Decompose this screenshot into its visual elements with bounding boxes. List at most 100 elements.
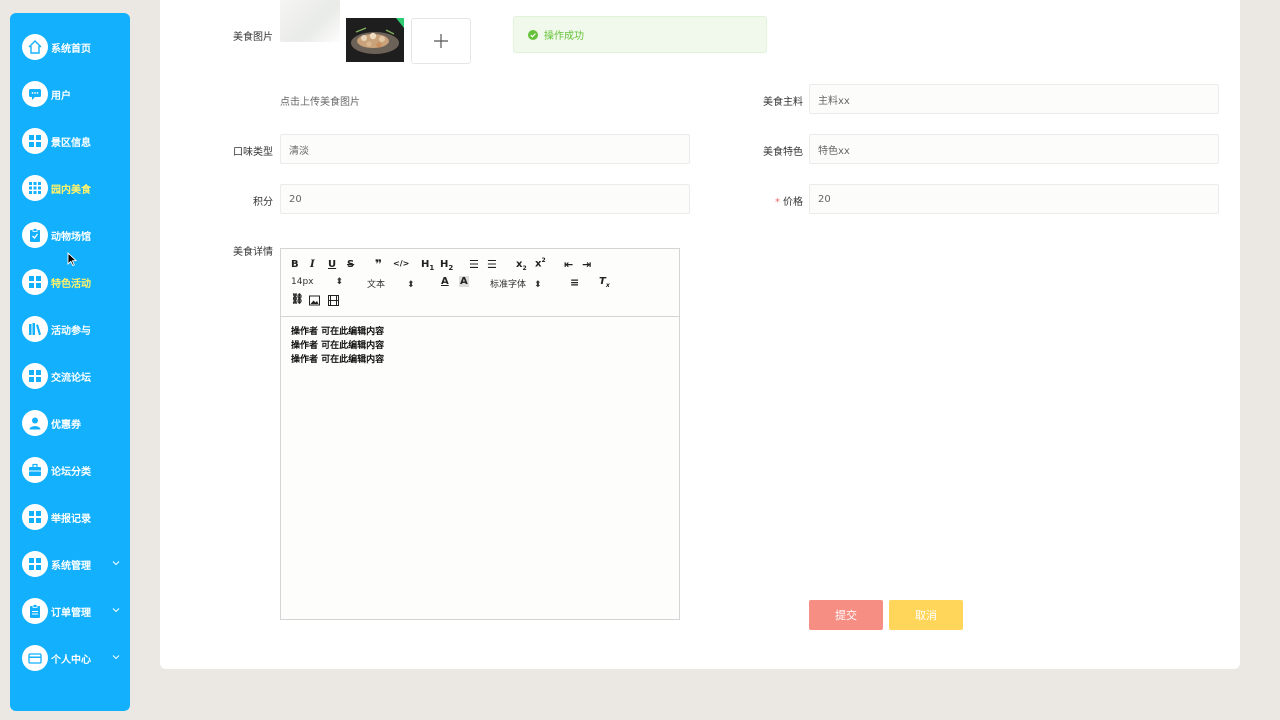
apps-icon [22, 175, 48, 201]
select-arrows-icon: ⬍ [534, 280, 542, 290]
ordered-list-icon[interactable]: ☰ [469, 258, 479, 271]
sidebar-item-coupons[interactable]: 优惠券 [22, 406, 130, 440]
heading2-button[interactable]: H2 [440, 259, 453, 272]
sidebar-item-label: 订单管理 [51, 607, 91, 619]
grid-icon [22, 363, 48, 389]
image-upload-button[interactable] [411, 18, 471, 64]
editor-content[interactable]: 操作者 可在此编辑内容 操作者 可在此编辑内容 操作者 可在此编辑内容 [281, 317, 679, 375]
feature-label: 美食特色 [763, 147, 803, 158]
image-icon[interactable] [309, 295, 320, 306]
success-message-text: 操作成功 [544, 31, 584, 42]
sidebar-item-label: 动物场馆 [51, 231, 91, 243]
sidebar-item-label: 园内美食 [51, 184, 91, 196]
sidebar-item-special-activities[interactable]: 特色活动 [22, 265, 130, 299]
select-arrows-icon: ⬍ [407, 280, 415, 290]
font-family-value: 标准字体 [490, 280, 527, 290]
align-icon[interactable]: ≡ [570, 276, 579, 289]
flavor-label: 口味类型 [233, 147, 273, 158]
submit-button[interactable]: 提交 [809, 600, 883, 630]
sidebar-item-users[interactable]: 用户 [22, 77, 130, 111]
main-ingredient-input[interactable]: 主料xx [809, 84, 1219, 114]
books-icon [22, 316, 48, 342]
sidebar-item-profile[interactable]: 个人中心 [22, 641, 130, 675]
select-arrows-icon: ⬍ [335, 277, 344, 287]
editor-line: 操作者 可在此编辑内容 [291, 327, 385, 337]
sidebar-item-label: 景区信息 [51, 137, 91, 149]
sidebar-item-label: 论坛分类 [51, 466, 91, 478]
sidebar-item-food[interactable]: 园内美食 [22, 171, 130, 205]
grid-icon [22, 504, 48, 530]
header-select[interactable]: 文本 ⬍ [367, 277, 415, 290]
cancel-button[interactable]: 取消 [889, 600, 963, 630]
editor-line: 操作者 可在此编辑内容 [291, 355, 385, 365]
sidebar-item-label: 交流论坛 [51, 372, 91, 384]
sidebar-item-label: 系统管理 [51, 560, 91, 572]
subscript-button[interactable]: x2 [516, 259, 527, 272]
plus-icon [434, 34, 448, 48]
editor-toolbar: B I U S ❞ </> H1 H2 ☰ ☰ x2 x2 ⇤ ⇥ 14px ⬍ … [281, 249, 679, 317]
heading1-button[interactable]: H1 [421, 259, 434, 272]
font-family-select[interactable]: 标准字体 ⬍ [490, 277, 542, 290]
price-label-text: 价格 [783, 197, 803, 208]
food-image-thumbnail[interactable] [280, 0, 340, 42]
chat-icon [22, 81, 48, 107]
sidebar-item-forum-category[interactable]: 论坛分类 [22, 453, 130, 487]
required-mark: * [775, 197, 780, 208]
sidebar-item-forum[interactable]: 交流论坛 [22, 359, 130, 393]
sidebar: 系统首页 用户 景区信息 园内美食 动物场馆 特色活动 活动参与 交流论坛 优惠… [10, 13, 130, 711]
sidebar-item-order-management[interactable]: 订单管理 [22, 594, 130, 628]
link-icon[interactable]: ⛓ [291, 294, 304, 305]
user-icon [22, 410, 48, 436]
font-size-select[interactable]: 14px ⬍ [291, 277, 343, 287]
upload-hint: 点击上传美食图片 [280, 97, 360, 108]
clear-format-icon[interactable]: Tx [599, 276, 610, 289]
header-select-value: 文本 [367, 280, 386, 290]
code-icon[interactable]: </> [393, 259, 409, 268]
sidebar-item-system-management[interactable]: 系统管理 [22, 547, 130, 581]
mouse-cursor-icon [67, 252, 77, 267]
sidebar-item-label: 系统首页 [51, 43, 91, 55]
check-circle-icon [528, 29, 538, 40]
bold-button[interactable]: B [291, 259, 299, 270]
sidebar-item-scenic-info[interactable]: 景区信息 [22, 124, 130, 158]
points-label: 积分 [253, 197, 273, 208]
points-input[interactable]: 20 [280, 184, 690, 214]
price-label: * 价格 [723, 193, 803, 208]
background-color-icon[interactable]: A [459, 276, 469, 287]
sidebar-item-home[interactable]: 系统首页 [22, 30, 130, 64]
italic-button[interactable]: I [310, 259, 315, 270]
chevron-down-icon [112, 561, 120, 566]
flavor-input[interactable]: 清淡 [280, 134, 690, 164]
card-icon [22, 645, 48, 671]
font-color-icon[interactable]: A [441, 276, 449, 287]
video-icon[interactable] [328, 295, 339, 306]
food-image-label: 美食图片 [233, 32, 273, 43]
grid-icon [22, 551, 48, 577]
strike-button[interactable]: S [347, 259, 354, 270]
feature-input[interactable]: 特色xx [809, 134, 1219, 164]
home-icon [22, 34, 48, 60]
editor-line: 操作者 可在此编辑内容 [291, 341, 385, 351]
outdent-icon[interactable]: ⇤ [564, 258, 573, 271]
main-ingredient-label: 美食主料 [763, 97, 803, 108]
grid-icon [22, 269, 48, 295]
food-image-thumbnail[interactable] [346, 18, 404, 62]
bullet-list-icon[interactable]: ☰ [487, 258, 497, 271]
underline-button[interactable]: U [328, 259, 336, 270]
sidebar-item-label: 举报记录 [51, 513, 91, 525]
rich-text-editor: B I U S ❞ </> H1 H2 ☰ ☰ x2 x2 ⇤ ⇥ 14px ⬍ … [280, 248, 680, 620]
superscript-button[interactable]: x2 [535, 257, 546, 269]
sidebar-item-reports[interactable]: 举报记录 [22, 500, 130, 534]
sidebar-item-label: 活动参与 [51, 325, 91, 337]
sidebar-item-animal-venues[interactable]: 动物场馆 [22, 218, 130, 252]
sidebar-item-label: 个人中心 [51, 654, 91, 666]
sidebar-item-label: 特色活动 [51, 278, 91, 290]
clipboard-check-icon [22, 222, 48, 248]
quote-icon[interactable]: ❞ [375, 257, 382, 271]
price-input[interactable]: 20 [809, 184, 1219, 214]
sidebar-item-label: 优惠券 [51, 419, 81, 431]
detail-label: 美食详情 [233, 247, 273, 258]
font-size-value: 14px [291, 277, 314, 287]
sidebar-item-participation[interactable]: 活动参与 [22, 312, 130, 346]
indent-icon[interactable]: ⇥ [582, 258, 591, 271]
